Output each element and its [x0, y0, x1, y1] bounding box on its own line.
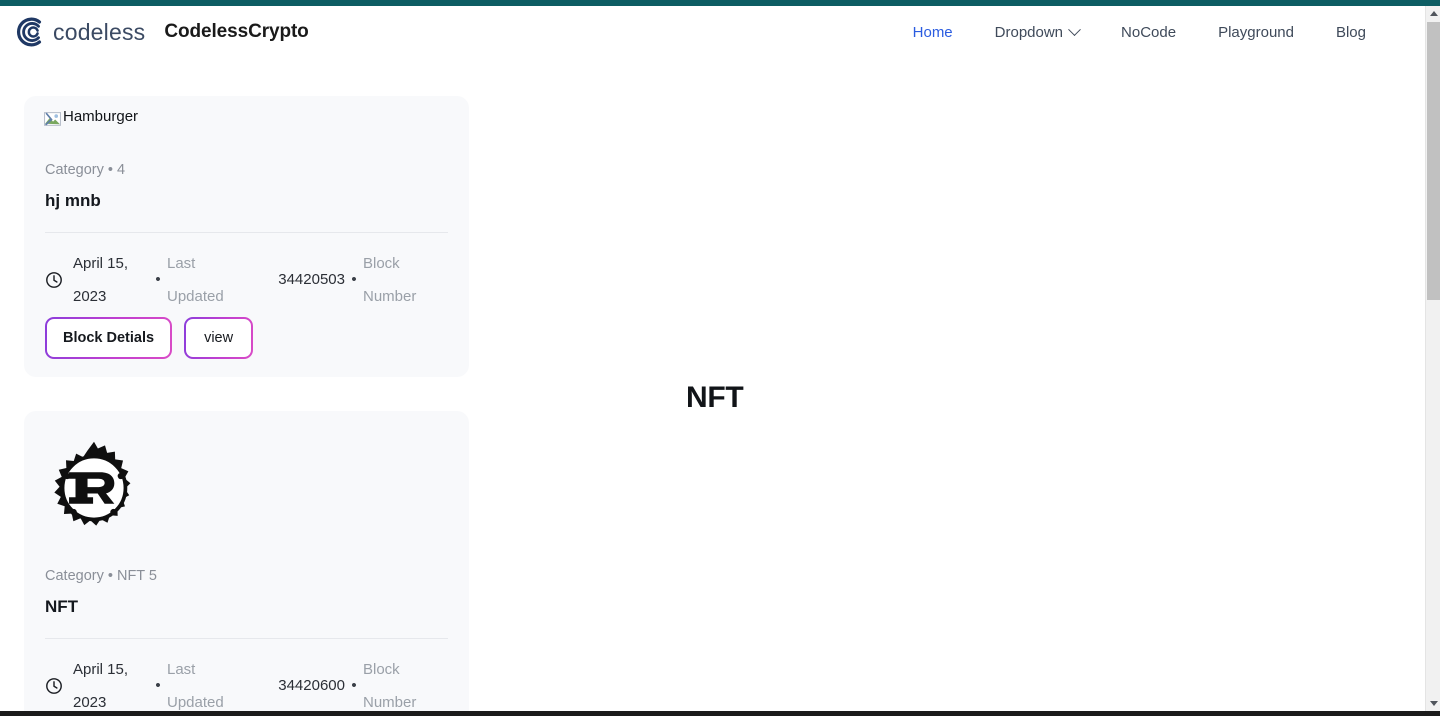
- scroll-up-arrow[interactable]: [1426, 6, 1440, 21]
- codeless-c-logo-icon: [16, 17, 42, 47]
- brand-name: CodelessCrypto: [164, 21, 309, 42]
- card-meta-block-label: Block Number: [363, 660, 417, 711]
- broken-image-icon: [44, 111, 61, 126]
- nft-card[interactable]: Category • NFT 5 NFT April 15, 2023 • La…: [24, 410, 469, 712]
- card-media: Hamburger: [24, 108, 469, 131]
- site-header: codeless CodelessCrypto Home Dropdown No…: [0, 6, 1425, 58]
- rust-logo-icon: [54, 441, 131, 526]
- card-meta-date-label: Last Updated: [167, 660, 224, 711]
- nav-label: Blog: [1335, 23, 1366, 41]
- brand[interactable]: codeless CodelessCrypto: [10, 13, 309, 51]
- card-body: Category • 4 hj mnb April 15, 2023 • Las…: [24, 161, 469, 313]
- nav-label: NoCode: [1121, 23, 1177, 41]
- clock-icon: [46, 677, 62, 694]
- card-title: NFT: [45, 596, 79, 616]
- card-media: [24, 439, 469, 537]
- nav-item-dropdown[interactable]: Dropdown: [974, 18, 1100, 47]
- card-divider: [45, 637, 448, 639]
- card-button-row: Block Detials view: [24, 316, 469, 359]
- card-category: Category • NFT 5: [45, 567, 157, 584]
- nft-card[interactable]: Hamburger Category • 4 hj mnb April 15, …: [24, 96, 469, 377]
- card-divider: [45, 231, 448, 233]
- meta-separator: •: [351, 677, 357, 694]
- meta-separator: •: [351, 271, 357, 288]
- card-meta-row: April 15, 2023 • Last Updated 34420503 •…: [45, 247, 448, 313]
- nav-item-nocode[interactable]: NoCode: [1100, 18, 1197, 47]
- meta-separator: •: [155, 677, 161, 694]
- card-meta-block-number: 34420600: [278, 677, 345, 694]
- logo-wordmark: codeless: [53, 18, 146, 45]
- broken-image-alt-text: Hamburger: [63, 108, 139, 125]
- main-navigation: Home Dropdown NoCode Playground Blog: [892, 18, 1387, 47]
- chevron-down-icon: [1068, 22, 1081, 36]
- cards-column: Hamburger Category • 4 hj mnb April 15, …: [0, 58, 470, 711]
- card-meta-block-label: Block Number: [363, 254, 417, 305]
- nav-item-blog[interactable]: Blog: [1315, 18, 1387, 47]
- card-category: Category • 4: [45, 161, 126, 178]
- card-meta-date: April 15, 2023: [73, 660, 129, 711]
- nav-item-home[interactable]: Home: [892, 18, 974, 47]
- card-body: Category • NFT 5 NFT April 15, 2023 • La…: [24, 567, 469, 712]
- nav-label: Home: [912, 23, 953, 41]
- card-meta-row: April 15, 2023 • Last Updated 34420600 •…: [45, 653, 448, 712]
- view-button[interactable]: view: [184, 316, 254, 359]
- top-accent-bar: [0, 0, 1440, 6]
- page-content: codeless CodelessCrypto Home Dropdown No…: [0, 6, 1425, 711]
- button-label: Block Detials: [47, 318, 171, 357]
- card-meta-date: April 15, 2023: [73, 254, 129, 305]
- scroll-down-arrow[interactable]: [1426, 696, 1440, 711]
- main-content-column: NFT: [470, 58, 1425, 678]
- nav-label: Dropdown: [994, 23, 1064, 41]
- block-details-button[interactable]: Block Detials: [45, 316, 173, 359]
- browser-bottom-edge: [0, 711, 1440, 716]
- button-label: view: [186, 318, 252, 357]
- clock-icon: [46, 271, 62, 288]
- meta-separator: •: [155, 271, 161, 288]
- nav-item-playground[interactable]: Playground: [1197, 18, 1315, 47]
- card-meta-block-number: 34420503: [278, 271, 345, 288]
- page-title: NFT: [686, 381, 744, 414]
- card-meta-date-label: Last Updated: [167, 254, 224, 305]
- main-area: Hamburger Category • 4 hj mnb April 15, …: [0, 58, 1425, 711]
- nav-label: Playground: [1218, 23, 1294, 41]
- card-title: hj mnb: [45, 190, 101, 210]
- scrollbar-thumb[interactable]: [1427, 22, 1440, 300]
- broken-image-placeholder: Hamburger: [44, 108, 138, 126]
- vertical-scrollbar[interactable]: [1425, 6, 1440, 711]
- browser-viewport: codeless CodelessCrypto Home Dropdown No…: [0, 0, 1440, 716]
